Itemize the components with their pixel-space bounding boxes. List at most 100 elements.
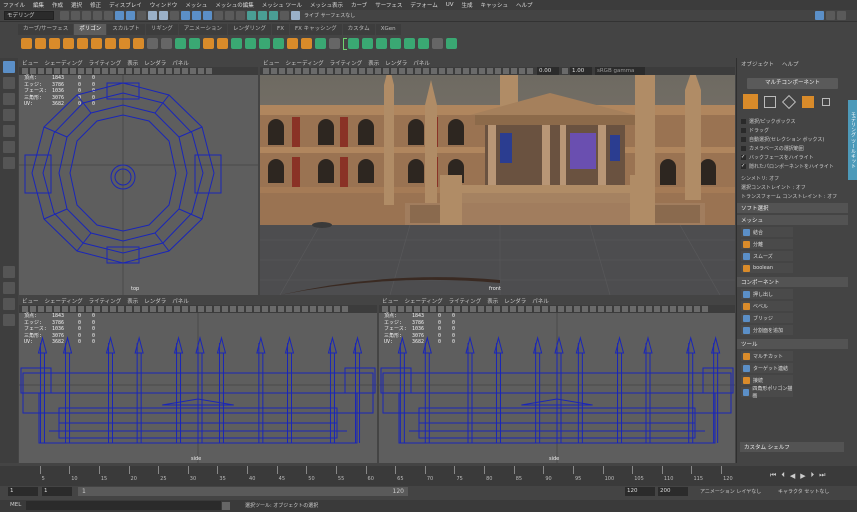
vertex-mode-icon[interactable]: [764, 95, 776, 108]
workspace-icon[interactable]: [815, 11, 824, 20]
move-tool-icon[interactable]: [3, 109, 15, 121]
sweep-mesh-icon[interactable]: [161, 38, 172, 49]
auto-uv-icon[interactable]: [362, 38, 373, 49]
undo-icon[interactable]: [93, 11, 102, 20]
range-start-field[interactable]: 1: [42, 487, 72, 496]
viewport-menu-item[interactable]: シェーディング: [405, 297, 443, 305]
multi-component-button[interactable]: マルチコンポーネント: [747, 78, 838, 89]
append-icon[interactable]: [273, 38, 284, 49]
modeling-toolkit-side-tab[interactable]: モデリング ツールキット: [848, 100, 857, 180]
menu-item[interactable]: カーブ: [351, 1, 367, 9]
snap-surface-icon[interactable]: [225, 11, 234, 20]
select-hierarchy-icon[interactable]: [115, 11, 124, 20]
smooth-icon[interactable]: [203, 38, 214, 49]
combine-icon[interactable]: [175, 38, 186, 49]
viewport-menu-item[interactable]: ライティング: [449, 297, 482, 305]
poly-pipe-icon[interactable]: [133, 38, 144, 49]
viewport-menu-item[interactable]: レンダラ: [385, 59, 407, 67]
menu-item[interactable]: キャッシュ: [481, 1, 509, 9]
layout-two-icon[interactable]: [3, 298, 15, 310]
viewport-menu-item[interactable]: 表示: [487, 297, 498, 305]
menu-item[interactable]: メッシュ ツール: [262, 1, 302, 9]
viewport-menu-item[interactable]: シェーディング: [45, 297, 83, 305]
viewport-top[interactable]: ビュー シェーディング ライティング 表示 レンダラ パネル 頂点: 1843 0 0 エッジ: 3…: [19, 58, 258, 295]
layout-single-icon[interactable]: [3, 266, 15, 278]
selection-option[interactable]: ドラッグ: [737, 126, 848, 135]
script-editor-icon[interactable]: [222, 502, 230, 510]
camera-uv-icon[interactable]: [376, 38, 387, 49]
snap-view-icon[interactable]: [214, 11, 223, 20]
end-frame-field[interactable]: 120: [625, 487, 655, 496]
menu-item[interactable]: ディスプレイ: [109, 1, 142, 9]
shelf-tab[interactable]: ポリゴン: [74, 24, 107, 35]
poly-torus-icon[interactable]: [77, 38, 88, 49]
go-end-icon[interactable]: ⏭: [819, 471, 825, 480]
checkbox-checked-icon[interactable]: ✓: [741, 164, 746, 169]
freeze-icon[interactable]: [404, 38, 415, 49]
current-frame-field[interactable]: [740, 470, 760, 480]
snap-curve-icon[interactable]: [192, 11, 201, 20]
rotate-tool-icon[interactable]: [3, 125, 15, 137]
viewport-side-left[interactable]: ビュー シェーディング ライティング 表示 レンダラ パネル 頂点: 1843 0 0 エッジ: 3…: [19, 296, 377, 463]
snap-point-icon[interactable]: [203, 11, 212, 20]
menu-item[interactable]: 生成: [462, 1, 473, 9]
viewport-menu-item[interactable]: シェーディング: [286, 59, 324, 67]
shelf-tab[interactable]: FX キャッシング: [289, 24, 342, 35]
select-component-icon[interactable]: [137, 11, 146, 20]
menu-item[interactable]: 編集: [33, 1, 44, 9]
selection-option[interactable]: ✓ バックフェースをハイライト: [737, 153, 848, 162]
mesh-tools-button[interactable]: boolean: [741, 263, 793, 273]
lasso-tool-icon[interactable]: [3, 77, 15, 89]
time-slider[interactable]: 5 10 15 20 25 30 35 40 45 50 55 60 65 70 75 80 85 90 95 100…: [0, 466, 857, 486]
menu-item[interactable]: メッシュ表示: [310, 1, 343, 9]
viewport-menu-item[interactable]: ビュー: [382, 297, 399, 305]
poly-sphere-icon[interactable]: [21, 38, 32, 49]
range-slider[interactable]: 1 120: [78, 487, 408, 496]
menu-item[interactable]: 修正: [90, 1, 101, 9]
shelf-tab[interactable]: レンダリング: [228, 24, 272, 35]
menu-item[interactable]: ヘルプ: [516, 1, 533, 9]
menu-item[interactable]: メッシュの編集: [215, 1, 254, 9]
merge-icon[interactable]: [287, 38, 298, 49]
planar-uv-icon[interactable]: [348, 38, 359, 49]
new-scene-icon[interactable]: [60, 11, 69, 20]
mesh-tools-button[interactable]: 分離: [741, 239, 793, 249]
poly-platonic-icon[interactable]: [119, 38, 130, 49]
checkbox-icon[interactable]: [741, 119, 746, 124]
character-set-select[interactable]: キャラクタ セットなし: [778, 488, 829, 495]
viewport-menu-item[interactable]: 表示: [368, 59, 379, 67]
save-scene-icon[interactable]: [82, 11, 91, 20]
shelf-tab[interactable]: アニメーション: [178, 24, 228, 35]
max-frame-field[interactable]: 200: [658, 487, 688, 496]
tool-tools-button[interactable]: マルチカット: [741, 351, 793, 361]
shelf-tab[interactable]: スカルプト: [107, 24, 145, 35]
custom-icon[interactable]: [446, 38, 457, 49]
selection-option[interactable]: 選択/ピックボックス: [737, 117, 848, 126]
symmetry-option[interactable]: シンメトリ: オフ: [737, 174, 848, 183]
transform-constraint[interactable]: トランスフォーム コンストレイント : オフ: [737, 192, 848, 201]
poly-cylinder-icon[interactable]: [49, 38, 60, 49]
custom-shelf-section[interactable]: カスタム シェルフ: [740, 442, 844, 452]
uv-mode-icon[interactable]: [822, 97, 830, 106]
live-surface-icon[interactable]: [291, 11, 300, 20]
render-settings-icon[interactable]: [269, 11, 278, 20]
multicut-icon[interactable]: [301, 38, 312, 49]
pick-mask-icon-2[interactable]: [159, 11, 168, 20]
scale-tool-icon[interactable]: [3, 141, 15, 153]
menu-item[interactable]: メッシュ: [185, 1, 207, 9]
boolean-icon[interactable]: [217, 38, 228, 49]
checkbox-icon[interactable]: [741, 137, 746, 142]
selection-option[interactable]: ✓ 隠れたパロンポーネントをハイライト: [737, 162, 848, 171]
select-object-icon[interactable]: [126, 11, 135, 20]
viewport-menu-item[interactable]: レンダラ: [504, 297, 526, 305]
layout-outliner-icon[interactable]: [3, 314, 15, 326]
bevel-icon[interactable]: [259, 38, 270, 49]
rp-tab-help[interactable]: ヘルプ: [782, 60, 799, 68]
tool-tools-button[interactable]: 四角形ポリゴン描画: [741, 386, 793, 399]
step-back-icon[interactable]: ⏴: [781, 471, 785, 480]
pick-mask-icon[interactable]: [148, 11, 157, 20]
extrude-icon[interactable]: [231, 38, 242, 49]
menu-item[interactable]: ファイル: [3, 1, 25, 9]
menu-item[interactable]: 作成: [52, 1, 63, 9]
play-back-icon[interactable]: ◀: [790, 472, 795, 480]
